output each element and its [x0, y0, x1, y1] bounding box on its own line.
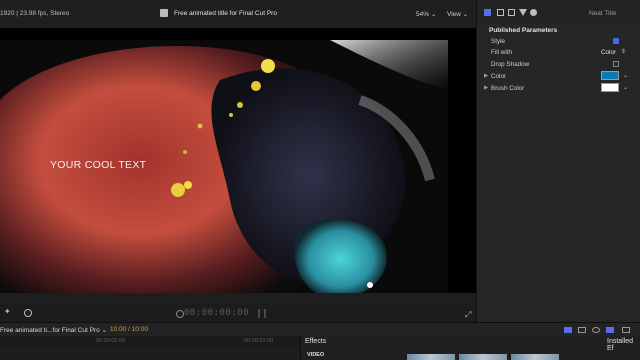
timeline-ruler[interactable]: 00:00:05:00 00:00:10:00: [0, 336, 300, 346]
inspector: Neat Title Published Parameters Style Fi…: [476, 0, 640, 322]
effects-title: Effects: [305, 338, 327, 345]
chevron-down-icon[interactable]: ⌄: [623, 72, 628, 79]
color-swatch[interactable]: [601, 71, 619, 80]
param-label: Drop Shadow: [491, 61, 530, 68]
pause-icon: [258, 309, 266, 318]
project-duration: 10:00 / 10:00: [110, 326, 148, 333]
fill-with-popup[interactable]: Color: [601, 49, 616, 56]
param-label: Fill with: [491, 49, 512, 56]
brush-color-swatch[interactable]: [601, 83, 619, 92]
timeline-tracks[interactable]: [0, 346, 300, 360]
param-brush-color: ▶ Brush Color ⌄: [477, 83, 640, 96]
video-frame: YOUR COOL TEXT: [0, 40, 448, 293]
view-menu[interactable]: View ⌄: [447, 10, 468, 18]
snapping-icon[interactable]: [578, 327, 586, 333]
viewer-title: Free animated title for Final Cut Pro: [174, 10, 277, 17]
ruler-mark: 00:00:10:00: [244, 338, 274, 344]
timecode-display[interactable]: 00:00:00:00: [184, 308, 249, 318]
installed-effects-label[interactable]: Installed Ef: [607, 338, 640, 352]
title-overlay-text[interactable]: YOUR COOL TEXT: [50, 159, 146, 171]
speed-icon[interactable]: [24, 309, 32, 317]
filmstrip-icon[interactable]: [622, 327, 630, 333]
fullscreen-icon[interactable]: ⤢: [465, 310, 471, 320]
param-label: Brush Color: [491, 85, 525, 92]
filter-inspector-icon[interactable]: [519, 9, 527, 16]
drop-shadow-checkbox[interactable]: [613, 61, 619, 67]
viewer[interactable]: YOUR COOL TEXT: [0, 28, 476, 293]
clip-appearance-icon[interactable]: [564, 327, 572, 333]
project-name[interactable]: Free animated ti...for Final Cut Pro ⌄: [0, 326, 107, 334]
param-style: Style: [477, 38, 640, 49]
effect-thumbnail[interactable]: [407, 354, 455, 360]
ruler-mark: 00:00:05:00: [96, 338, 126, 344]
inspector-title: Neat Title: [589, 10, 617, 17]
format-info: 1920 | 23.98 fps, Stereo: [0, 10, 70, 17]
clapper-icon: [160, 9, 168, 17]
inspector-toolbar: Neat Title: [477, 0, 640, 24]
info-inspector-icon[interactable]: [530, 9, 537, 16]
effect-thumbnail[interactable]: [459, 354, 507, 360]
disclosure-triangle-icon[interactable]: ▶: [484, 85, 488, 91]
text-inspector-icon[interactable]: [484, 9, 491, 16]
disclosure-triangle-icon[interactable]: ▶: [484, 73, 488, 79]
viewer-footer: ✦ 00:00:00:00 ⤢: [0, 304, 476, 322]
chevron-down-icon[interactable]: ⌄: [623, 84, 628, 91]
video-inspector-icon[interactable]: [508, 9, 515, 16]
effect-thumbnail[interactable]: [511, 354, 559, 360]
view-label: View: [447, 11, 461, 18]
param-label: Color: [491, 73, 507, 80]
solo-icon[interactable]: [606, 327, 614, 333]
headphones-icon[interactable]: [592, 327, 600, 333]
viewer-header: 1920 | 23.98 fps, Stereo Free animated t…: [0, 0, 476, 28]
magic-wand-icon[interactable]: ✦: [4, 307, 12, 316]
title-inspector-icon[interactable]: [497, 9, 504, 16]
param-label: Style: [491, 38, 505, 45]
effects-category[interactable]: VIDEO: [307, 352, 324, 358]
param-fill-with: Fill with Color ⇕: [477, 49, 640, 60]
timeline-bar: Free animated ti...for Final Cut Pro ⌄ 1…: [0, 322, 640, 336]
section-header: Published Parameters: [489, 27, 558, 34]
zoom-value: 54%: [416, 11, 430, 18]
popup-arrows-icon: ⇕: [621, 49, 627, 55]
effects-browser: Effects Installed Ef VIDEO: [300, 336, 640, 360]
style-checkbox[interactable]: [613, 38, 619, 44]
project-label: Free animated ti...for Final Cut Pro: [0, 327, 100, 334]
zoom-popup[interactable]: 54% ⌄: [416, 10, 436, 18]
play-button[interactable]: [176, 310, 184, 318]
